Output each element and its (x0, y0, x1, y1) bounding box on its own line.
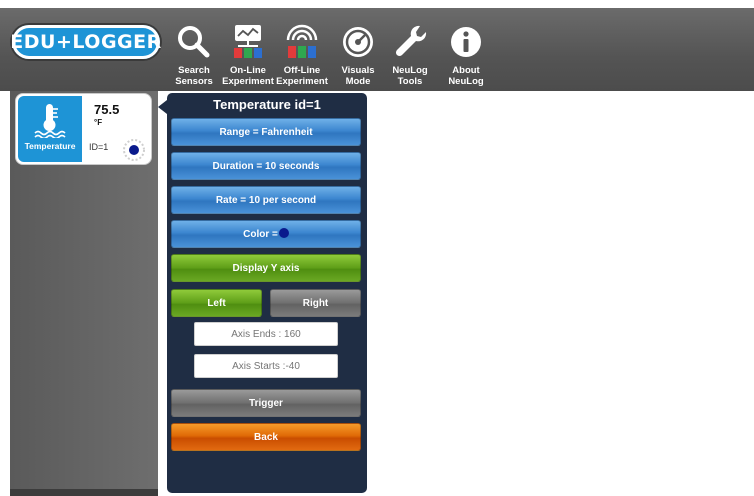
duration-button[interactable]: Duration = 10 seconds (171, 152, 361, 180)
wrench-icon (395, 25, 427, 57)
visuals-mode-icon (343, 27, 373, 57)
display-y-axis-button[interactable]: Display Y axis (171, 254, 361, 282)
online-experiment-label: On-Line Experiment (222, 65, 274, 87)
sensor-id: ID=1 (89, 142, 109, 152)
sensor-color-dot-icon (123, 139, 145, 161)
sensor-name: Temperature (24, 141, 76, 151)
range-button[interactable]: Range = Fahrenheit (171, 118, 361, 146)
color-swatch-icon (278, 228, 289, 238)
about-neulog-label: About NeuLog (448, 65, 484, 87)
sensor-settings-panel: Temperature id=1 Range = Fahrenheit Dura… (167, 93, 367, 493)
color-button[interactable]: Color = (171, 220, 361, 248)
sensor-icon-tile: Temperature (18, 96, 82, 162)
search-sensors-button[interactable]: Search Sensors (163, 16, 225, 96)
rate-button[interactable]: Rate = 10 per second (171, 186, 361, 214)
sensor-card-temperature[interactable]: Temperature 75.5 °F ID=1 (15, 93, 152, 165)
search-icon (178, 26, 210, 58)
axis-ends-field[interactable] (194, 322, 338, 346)
axis-starts-field[interactable] (194, 354, 338, 378)
offline-experiment-label: Off-Line Experiment (276, 65, 328, 87)
back-button[interactable]: Back (171, 423, 361, 451)
offline-experiment-button[interactable]: Off-Line Experiment (271, 16, 333, 96)
sensor-value: 75.5 (94, 102, 120, 117)
online-experiment-icon (234, 25, 262, 58)
offline-experiment-icon (286, 24, 318, 58)
edulogger-logo: EDU+LOGGER (10, 25, 162, 59)
thermometer-icon (34, 104, 66, 138)
panel-title: Temperature id=1 (213, 97, 321, 112)
top-strip (0, 0, 754, 8)
sensor-unit: °F (94, 118, 103, 127)
online-experiment-button[interactable]: On-Line Experiment (217, 16, 279, 96)
right-axis-button[interactable]: Right (270, 289, 361, 317)
logo-text: EDU+LOGGER (10, 31, 162, 53)
trigger-button[interactable]: Trigger (171, 389, 361, 417)
neulog-tools-button[interactable]: NeuLog Tools (379, 16, 441, 96)
color-label: Color = (243, 229, 278, 240)
info-icon (451, 27, 481, 57)
search-sensors-label: Search Sensors (175, 65, 213, 87)
left-axis-button[interactable]: Left (171, 289, 262, 317)
neulog-tools-label: NeuLog Tools (392, 65, 428, 87)
about-neulog-button[interactable]: About NeuLog (435, 16, 497, 96)
sidebar-footer (10, 489, 158, 496)
main-toolbar: EDU+LOGGER Search Sensors On-Line Experi… (0, 8, 754, 91)
panel-pointer (158, 100, 167, 114)
